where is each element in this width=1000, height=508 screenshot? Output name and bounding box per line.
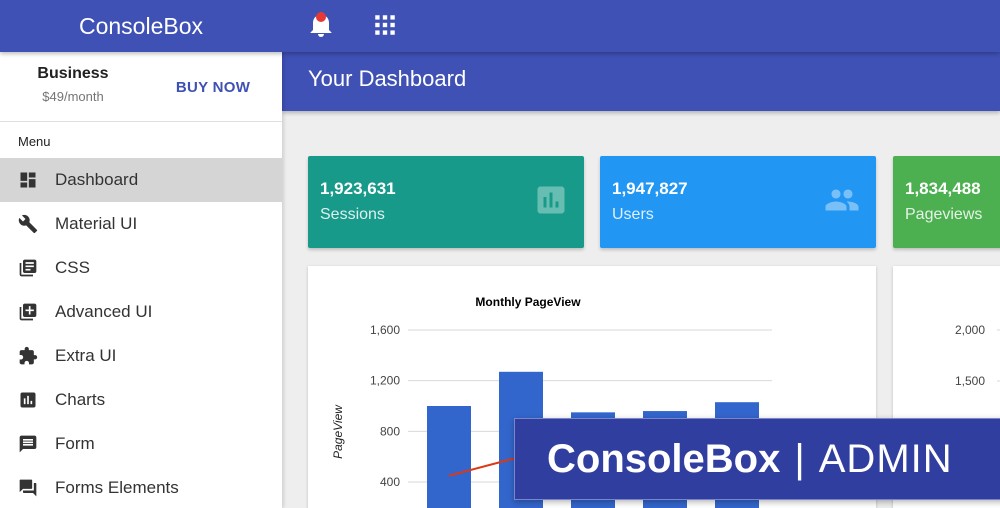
sidebar-item-label: Advanced UI <box>55 302 153 321</box>
sidebar-item-label: Forms Elements <box>55 478 179 497</box>
chart-y-tick-label: 400 <box>380 475 400 489</box>
apps-grid-icon[interactable] <box>370 9 400 41</box>
sidebar-item-advanced-ui[interactable]: Advanced UI <box>0 290 282 334</box>
plan-price: $49/month <box>42 89 104 104</box>
sidebar-item-label: Extra UI <box>55 346 117 365</box>
chart-title: Monthly PageView <box>475 295 581 309</box>
stat-card-pageviews[interactable]: 1,834,488 Pageviews <box>893 156 1000 248</box>
product-banner: ConsoleBox | ADMIN <box>514 418 1000 500</box>
people-icon <box>825 189 859 211</box>
bar-chart-icon <box>537 186 565 214</box>
chart-bar <box>427 406 471 508</box>
puzzle-icon <box>18 346 38 366</box>
sidebar-item-material-ui[interactable]: Material UI <box>0 202 282 246</box>
banner-suffix: ADMIN <box>818 436 953 481</box>
sidebar-item-label: Material UI <box>55 214 138 233</box>
sidebar-item-css[interactable]: CSS <box>0 246 282 290</box>
wrench-icon <box>18 214 38 234</box>
chart-icon <box>18 390 38 410</box>
menu-label: Menu <box>18 134 51 149</box>
chart-y-tick-label: 1,200 <box>370 374 400 388</box>
stat-card-sessions[interactable]: 1,923,631 Sessions <box>308 156 584 248</box>
sidebar-item-label: Dashboard <box>55 170 139 189</box>
chart-y-tick-label: 2,000 <box>955 323 985 337</box>
plan-name: Business <box>37 65 109 82</box>
sidebar: Business $49/month BUY NOW Menu Dashboar… <box>0 52 282 508</box>
sidebar-item-label: Form <box>55 434 95 453</box>
sidebar-item-charts[interactable]: Charts <box>0 378 282 422</box>
banner-brand: ConsoleBox <box>547 436 781 481</box>
sidebar-menu: Dashboard Material UI CSS Advanced UI Ex… <box>0 158 282 508</box>
sidebar-item-extra-ui[interactable]: Extra UI <box>0 334 282 378</box>
top-app-bar: ConsoleBox <box>0 0 1000 52</box>
page-title: Your Dashboard <box>308 66 467 91</box>
stat-label: Users <box>612 206 654 223</box>
app-brand[interactable]: ConsoleBox <box>0 0 282 52</box>
stat-label: Sessions <box>320 206 385 223</box>
sidebar-item-forms-elements[interactable]: Forms Elements <box>0 466 282 508</box>
stat-card-users[interactable]: 1,947,827 Users <box>600 156 876 248</box>
stat-label: Pageviews <box>905 206 983 223</box>
plan-panel: Business $49/month BUY NOW <box>0 52 282 122</box>
banner-separator: | <box>794 436 805 481</box>
bell-icon[interactable] <box>306 9 336 41</box>
stat-value: 1,923,631 <box>320 179 396 198</box>
sidebar-item-label: CSS <box>55 258 90 277</box>
page-header: Your Dashboard <box>282 52 1000 111</box>
chart-y-tick-label: 800 <box>380 424 400 438</box>
dashboard-icon <box>18 170 38 190</box>
chart-y-tick-label: 1,600 <box>370 323 400 337</box>
forum-icon <box>18 478 38 498</box>
add-box-icon <box>18 302 38 322</box>
buy-now-button[interactable]: BUY NOW <box>168 76 258 98</box>
sidebar-item-dashboard[interactable]: Dashboard <box>0 158 282 202</box>
chart-y-tick-label: 1,500 <box>955 374 985 388</box>
chart-y-axis-label: PageView <box>331 404 345 459</box>
stat-value: 1,834,488 <box>905 179 981 198</box>
library-icon <box>18 258 38 278</box>
stat-value: 1,947,827 <box>612 179 688 198</box>
comment-icon <box>18 434 38 454</box>
sidebar-item-form[interactable]: Form <box>0 422 282 466</box>
sidebar-item-label: Charts <box>55 390 106 409</box>
